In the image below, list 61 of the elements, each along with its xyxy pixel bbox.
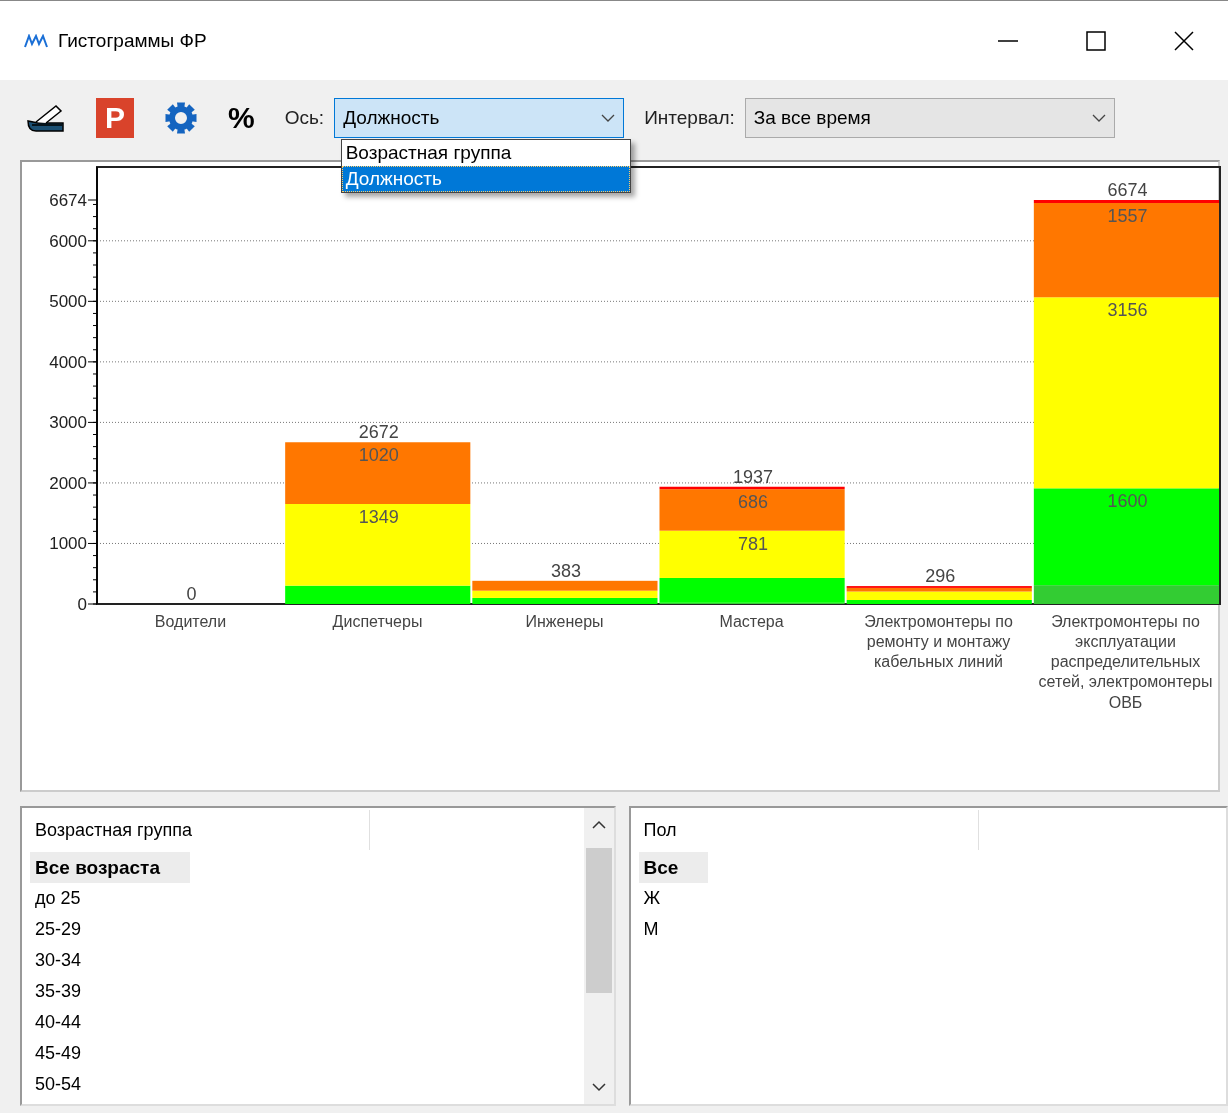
column-header[interactable]: Возрастная группа	[22, 810, 370, 850]
data-label: 1349	[358, 507, 399, 527]
category-label: Водители	[153, 612, 228, 632]
percent-button[interactable]: %	[228, 98, 255, 138]
data-label: 686	[738, 492, 769, 513]
axis-tick-label: 6674	[49, 191, 87, 210]
list-item[interactable]: Ж	[638, 883, 666, 914]
close-icon	[1174, 30, 1194, 51]
axis-tick-label: 3000	[49, 413, 87, 433]
total-label: 6674	[1107, 180, 1148, 200]
data-label: 781	[738, 533, 769, 554]
scroll-up-icon[interactable]	[591, 820, 606, 829]
axis-tick-label: 2000	[49, 473, 87, 493]
column-header[interactable]: Пол	[630, 810, 979, 850]
scrollbar[interactable]	[583, 808, 614, 1104]
total-label: 2672	[358, 422, 399, 443]
list-item[interactable]: 25-29	[30, 914, 87, 945]
settings-icon	[164, 101, 198, 135]
maximize-icon	[1086, 30, 1106, 51]
scanner-icon	[26, 103, 66, 133]
category-label: Инженеры	[524, 612, 605, 632]
category-label: Мастера	[718, 612, 785, 632]
list-item[interactable]: 50-54	[30, 1069, 87, 1100]
chevron-down-icon	[601, 114, 616, 122]
list-item[interactable]: Все возраста	[30, 852, 190, 883]
list-item[interactable]: М	[638, 914, 664, 945]
dropdown-option[interactable]: Должность	[341, 166, 630, 192]
axis-tick-label: 0	[77, 595, 87, 612]
total-label: 296	[925, 566, 956, 587]
field-label: Ось:	[284, 107, 325, 129]
category-label: Электромонтеры по эксплуатации распределительных сетей, электромонтеры ОВБ	[1037, 612, 1214, 713]
data-label: 1557	[1107, 206, 1148, 227]
scrollbar-thumb[interactable]	[585, 848, 612, 993]
total-label: 0	[186, 584, 197, 604]
logo-icon	[24, 33, 48, 48]
field-label: Интервал:	[644, 107, 735, 129]
category-label: Электромонтеры по ремонту и монтажу кабельных линий	[863, 612, 1014, 673]
scroll-down-icon[interactable]	[591, 1083, 606, 1092]
list-item[interactable]: 45-49	[30, 1038, 87, 1069]
report-button[interactable]: P	[96, 98, 134, 138]
total-label: 1937	[733, 466, 774, 487]
list-item[interactable]: до 25	[30, 883, 86, 914]
axis-tick-label: 6000	[49, 231, 87, 251]
dropdown[interactable]: Должность	[334, 98, 625, 138]
list-item[interactable]: 30-34	[30, 945, 87, 976]
minimize-icon	[998, 39, 1018, 42]
dropdown-option[interactable]: Возрастная группа	[341, 140, 630, 166]
window-title: Гистограммы ФР	[58, 29, 208, 52]
category-label: Диспетчеры	[331, 612, 424, 632]
data-label: 1600	[1107, 491, 1148, 512]
list-item[interactable]: 35-39	[30, 976, 87, 1007]
data-label: 3156	[1107, 300, 1148, 321]
dropdown[interactable]: За все время	[744, 98, 1115, 138]
list-item[interactable]: 40-44	[30, 1007, 87, 1038]
list-item[interactable]: Все	[638, 852, 709, 883]
total-label: 383	[550, 560, 581, 581]
chevron-down-icon	[1091, 114, 1106, 122]
axis-tick-label: 5000	[49, 292, 87, 312]
axis-tick-label: 1000	[49, 534, 87, 554]
data-label: 1020	[358, 445, 399, 466]
axis-tick-label: 4000	[49, 352, 87, 372]
